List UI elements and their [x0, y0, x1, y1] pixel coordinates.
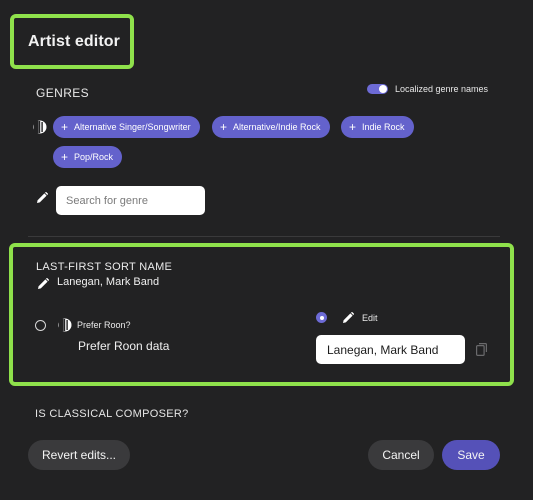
genre-chip-label: Alternative Singer/Songwriter	[74, 122, 191, 132]
prefer-roon-label: Prefer Roon?	[77, 320, 131, 330]
roon-logo-icon	[33, 120, 47, 134]
pencil-icon	[343, 312, 354, 323]
classical-composer-heading: IS CLASSICAL COMPOSER?	[35, 408, 189, 420]
localized-genre-toggle-row: Localized genre names	[367, 84, 488, 94]
prefer-roon-value: Prefer Roon data	[78, 339, 170, 353]
prefer-roon-radio[interactable]	[35, 320, 46, 331]
edit-radio[interactable]	[316, 312, 327, 323]
pencil-icon	[37, 192, 48, 203]
title-highlight: Artist editor	[10, 14, 134, 69]
cancel-button[interactable]: Cancel	[368, 440, 434, 470]
artist-editor-dialog: Artist editor GENRES Localized genre nam…	[0, 0, 533, 500]
plus-icon: +	[220, 119, 228, 134]
genre-chip-label: Indie Rock	[362, 122, 405, 132]
copy-icon[interactable]	[476, 343, 487, 356]
genre-chip[interactable]: + Indie Rock	[341, 116, 414, 138]
plus-icon: +	[349, 119, 357, 134]
genre-chip-label: Pop/Rock	[74, 152, 114, 162]
sort-name-edit-input[interactable]	[316, 335, 465, 364]
revert-edits-button[interactable]: Revert edits...	[28, 440, 130, 470]
localized-genre-toggle[interactable]	[367, 84, 388, 94]
sort-name-heading: LAST-FIRST SORT NAME	[36, 261, 173, 273]
plus-icon: +	[61, 119, 69, 134]
edit-label: Edit	[362, 313, 378, 323]
section-divider	[28, 236, 500, 237]
pencil-icon	[38, 278, 49, 289]
genres-heading: GENRES	[36, 86, 90, 100]
dialog-title: Artist editor	[28, 32, 120, 50]
localized-genre-label: Localized genre names	[395, 84, 489, 94]
plus-icon: +	[61, 149, 69, 164]
genre-search-input[interactable]	[56, 186, 205, 215]
genre-chip[interactable]: + Alternative/Indie Rock	[212, 116, 330, 138]
roon-logo-icon	[58, 318, 72, 332]
current-sort-name: Lanegan, Mark Band	[57, 276, 160, 288]
genre-chip-label: Alternative/Indie Rock	[233, 122, 321, 132]
genre-chip[interactable]: + Pop/Rock	[53, 146, 123, 168]
save-button[interactable]: Save	[442, 440, 500, 470]
genre-chip[interactable]: + Alternative Singer/Songwriter	[53, 116, 200, 138]
